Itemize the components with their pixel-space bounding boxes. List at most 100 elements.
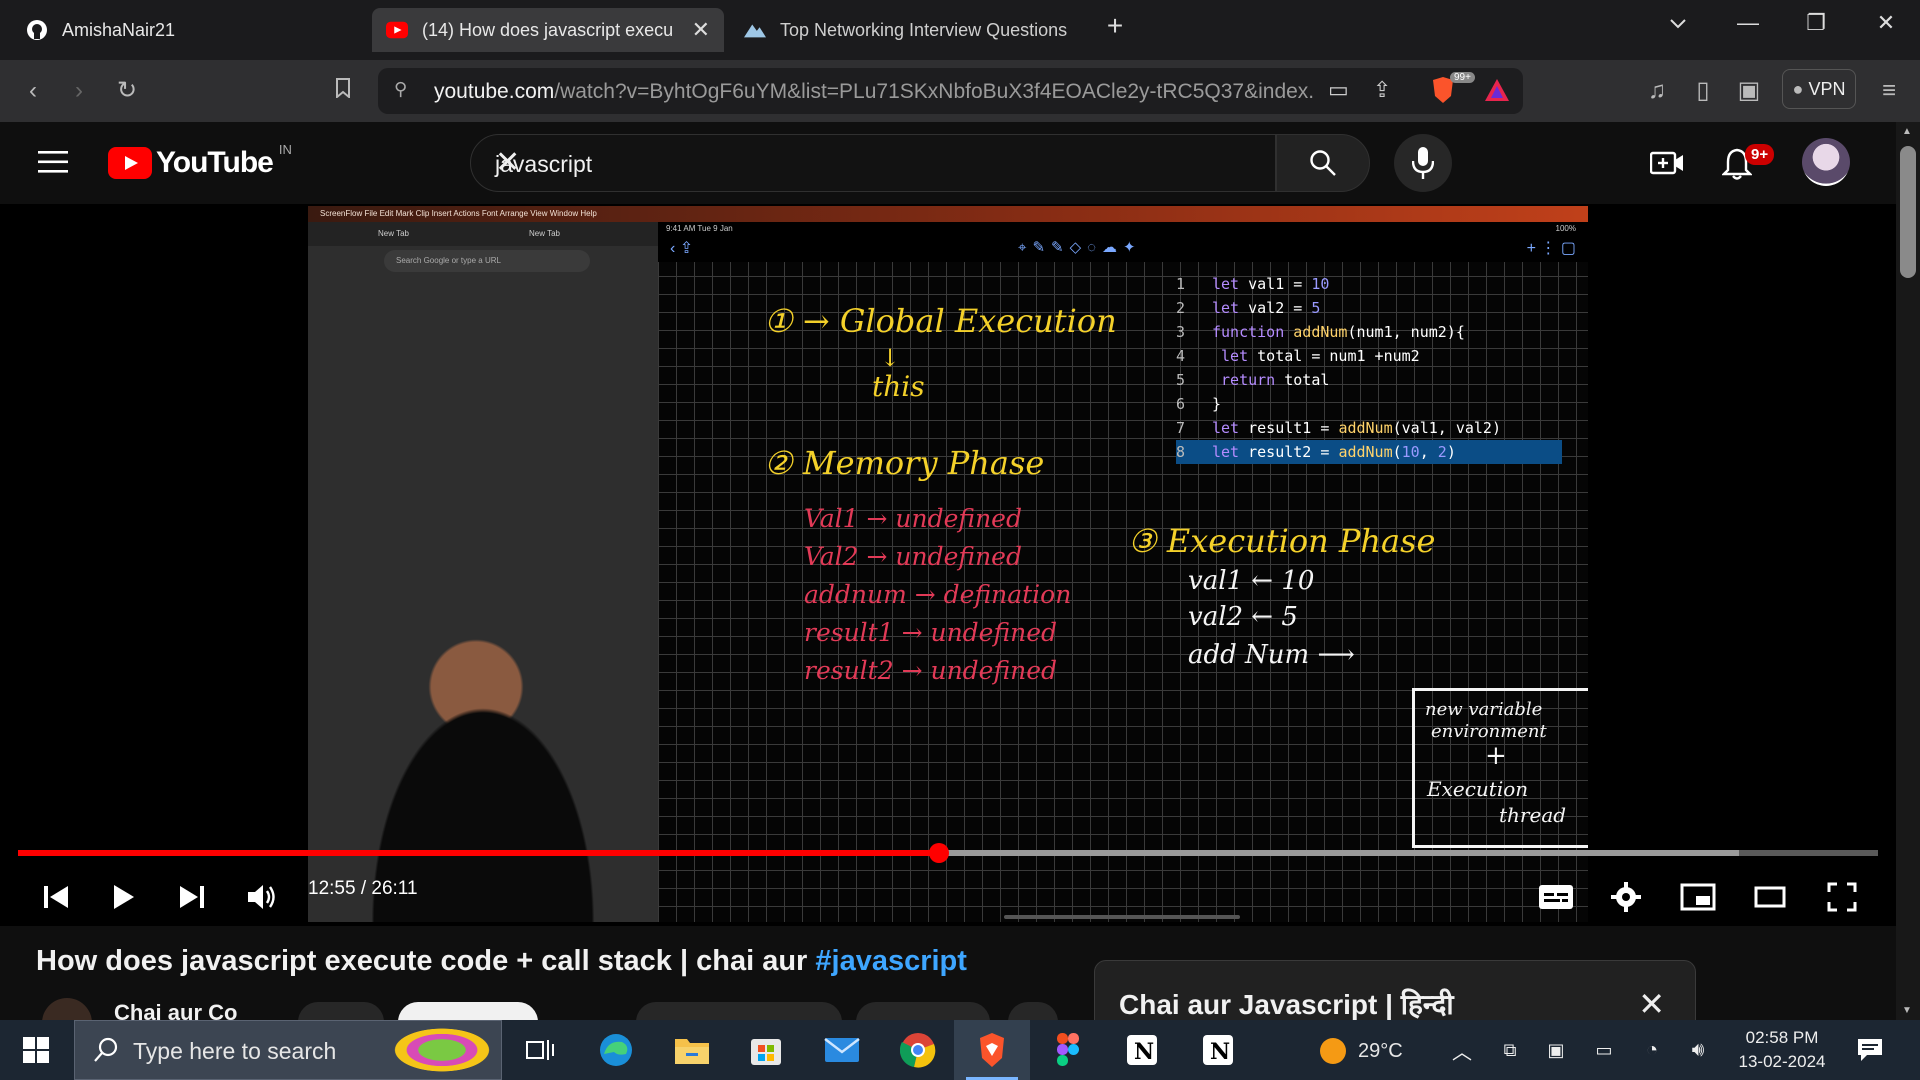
note-box-line: Execution: [1427, 777, 1529, 801]
clear-search-icon[interactable]: ✕: [495, 145, 1253, 180]
sidebar-icon[interactable]: ▯: [1686, 74, 1720, 108]
code-line: 2 let val2 = 5: [1176, 299, 1321, 317]
note-exec-line: add Num ⟶: [1188, 640, 1355, 670]
fullscreen-icon[interactable]: [1820, 872, 1864, 922]
minimize-icon[interactable]: —: [1728, 10, 1768, 36]
tab-networking[interactable]: Top Networking Interview Questions: [730, 8, 1082, 52]
file-explorer-icon[interactable]: [672, 1030, 712, 1070]
notification-center-icon[interactable]: [1850, 1030, 1890, 1070]
hashtag-link[interactable]: #javascript: [815, 945, 967, 977]
brave-rewards-icon[interactable]: [1484, 78, 1510, 107]
windows-start-icon[interactable]: [16, 1030, 56, 1070]
clock-date: 13-02-2024: [1738, 1052, 1826, 1071]
brave-badge: 99+: [1450, 72, 1475, 83]
scroll-up-arrow-icon[interactable]: ▲: [1902, 126, 1912, 137]
region-code: IN: [278, 141, 292, 157]
wallet-icon[interactable]: ▣: [1732, 74, 1766, 108]
edge-browser-icon[interactable]: [596, 1030, 636, 1070]
note-box-line: +: [1485, 741, 1507, 771]
video-bottom-indicator: [1004, 915, 1240, 919]
playlist-title[interactable]: Chai aur Javascript | हिन्दी: [1119, 985, 1454, 1023]
notes-battery: 100%: [1555, 224, 1576, 233]
code-line: 7 let result1 = addNum(val1, val2): [1176, 419, 1501, 437]
close-tab-icon[interactable]: ✕: [692, 17, 710, 43]
volume-icon[interactable]: [240, 872, 284, 922]
vpn-button[interactable]: ● VPN: [1782, 69, 1856, 109]
note-exec-line: val1 ← 10: [1188, 566, 1315, 596]
previous-video-icon[interactable]: [36, 872, 76, 922]
battery-icon[interactable]: ▭: [1584, 1030, 1624, 1070]
taskbar-search-input[interactable]: Type here to search: [74, 1020, 502, 1080]
create-video-icon[interactable]: [1649, 148, 1684, 183]
reload-icon[interactable]: ↻: [110, 74, 144, 108]
chevron-up-icon[interactable]: ︿: [1442, 1030, 1482, 1070]
next-video-icon[interactable]: [172, 872, 212, 922]
task-view-icon[interactable]: [520, 1030, 560, 1070]
site-icon: [744, 19, 766, 41]
new-tab-button[interactable]: +: [1095, 10, 1135, 42]
wifi-icon[interactable]: ◔: [1632, 1030, 1672, 1070]
search-highlight-image[interactable]: [387, 1025, 497, 1075]
close-window-icon[interactable]: ✕: [1866, 10, 1906, 36]
chrome-icon[interactable]: [898, 1030, 938, 1070]
scroll-down-arrow-icon[interactable]: ▼: [1902, 1005, 1912, 1016]
search-button[interactable]: [1276, 134, 1370, 192]
code-line: 5 return total: [1176, 371, 1330, 389]
settings-gear-icon[interactable]: [1604, 872, 1648, 922]
media-icon[interactable]: ♫: [1640, 74, 1674, 108]
video-player[interactable]: ScreenFlow File Edit Mark Clip Insert Ac…: [0, 204, 1896, 926]
hamburger-menu-icon[interactable]: [38, 150, 68, 179]
tab-youtube-video[interactable]: (14) How does javascript execut ✕: [372, 8, 724, 52]
tab-list-chevron-icon[interactable]: [1658, 10, 1698, 36]
url-text[interactable]: youtube.com/watch?v=ByhtOgF6uYM&list=PLu…: [434, 80, 1314, 104]
note-memory-line: addnum → defination: [804, 580, 1072, 609]
forward-icon[interactable]: ›: [62, 74, 96, 108]
search-input[interactable]: javascript ✕: [470, 134, 1276, 192]
video-progress-bar[interactable]: [18, 843, 1878, 863]
theater-mode-icon[interactable]: [1748, 872, 1792, 922]
recorded-tabs: New Tab New Tab: [308, 222, 658, 246]
cast-icon[interactable]: ▭: [1328, 77, 1349, 103]
close-playlist-icon[interactable]: ✕: [1638, 985, 1665, 1023]
address-bar[interactable]: ⚲ youtube.com/watch?v=ByhtOgF6uYM&list=P…: [378, 68, 1523, 114]
video-title-text: How does javascript execute code + call …: [36, 945, 816, 977]
bookmark-icon[interactable]: [326, 74, 360, 108]
vpn-label: VPN: [1808, 79, 1846, 99]
note-arrow-down: ↓: [880, 344, 901, 372]
youtube-header: YouTube IN javascript ✕ 9+: [0, 122, 1920, 204]
notes-pen-tools-icon: ⌖✎✎◇◌☁✦: [1018, 239, 1142, 256]
notion-icon[interactable]: N: [1122, 1030, 1162, 1070]
notes-add-icon: + ⋮ ▢: [1526, 240, 1576, 257]
taskbar-clock[interactable]: 02:58 PM 13-02-2024: [1720, 1026, 1844, 1074]
mail-icon[interactable]: [822, 1030, 862, 1070]
note-exec-line: val2 ← 5: [1188, 602, 1298, 632]
brave-browser-icon[interactable]: [972, 1030, 1012, 1070]
share-icon[interactable]: ⇪: [1373, 77, 1391, 103]
speaker-icon[interactable]: 🔊︎: [1678, 1030, 1718, 1070]
notes-toolbar: 9:41 AM Tue 9 Jan 100% ‹ ⇪ ⌖✎✎◇◌☁✦ + ⋮ ▢: [658, 222, 1588, 262]
scrubber-handle[interactable]: [929, 843, 949, 863]
code-line: 3 function addNum(num1, num2){: [1176, 323, 1465, 341]
meet-now-icon[interactable]: ⧉: [1490, 1030, 1530, 1070]
page-scrollbar[interactable]: ▲ ▼: [1896, 122, 1920, 1020]
figma-icon[interactable]: [1048, 1030, 1088, 1070]
weather-temperature: 29°C: [1358, 1039, 1403, 1062]
microsoft-store-icon[interactable]: [746, 1030, 786, 1070]
voice-search-button[interactable]: [1394, 134, 1452, 192]
restore-icon[interactable]: ❐: [1796, 10, 1836, 36]
tab-github[interactable]: AmishaNair21: [12, 8, 372, 52]
code-line-highlighted: 8 let result2 = addNum(10, 2): [1176, 440, 1562, 464]
account-avatar[interactable]: [1802, 138, 1850, 186]
miniplayer-icon[interactable]: [1676, 872, 1720, 922]
youtube-logo[interactable]: YouTube IN: [108, 142, 292, 180]
code-line: 6}: [1176, 395, 1222, 413]
notion-icon[interactable]: N: [1198, 1030, 1238, 1070]
scrollbar-thumb[interactable]: [1900, 146, 1916, 278]
display-icon[interactable]: ▣: [1536, 1030, 1576, 1070]
play-icon[interactable]: [104, 872, 144, 922]
site-settings-icon[interactable]: ⚲: [394, 79, 407, 100]
subtitles-icon[interactable]: [1534, 872, 1578, 922]
weather-widget[interactable]: 29°C: [1320, 1038, 1403, 1064]
menu-icon[interactable]: ≡: [1872, 74, 1906, 108]
back-icon[interactable]: ‹: [16, 74, 50, 108]
